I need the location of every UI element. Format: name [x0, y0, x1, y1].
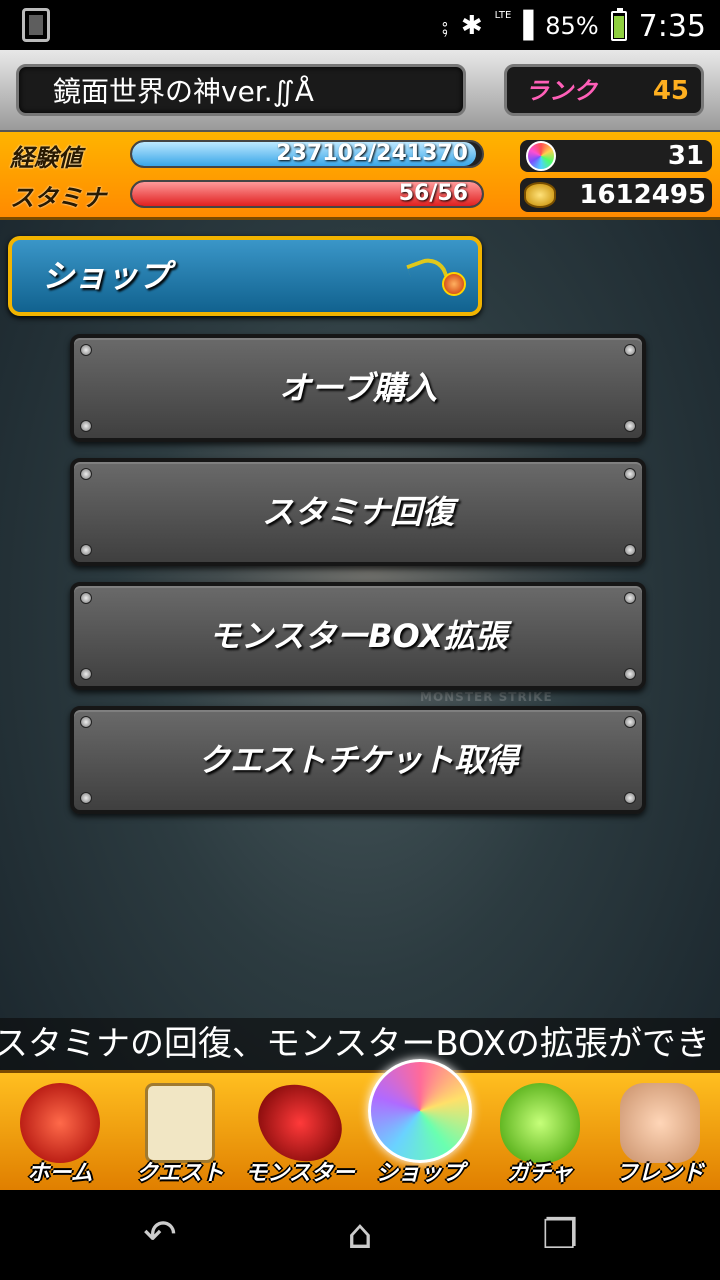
home-icon: [20, 1083, 100, 1163]
orb-icon: [526, 141, 556, 171]
battery-icon: [610, 8, 627, 41]
battery-fill: [613, 15, 624, 38]
get-quest-ticket-button[interactable]: クエストチケット取得: [70, 706, 646, 814]
expand-monster-box-label: モンスターBOX拡張: [208, 617, 508, 655]
back-icon[interactable]: ↶: [130, 1210, 190, 1260]
orb-counter[interactable]: 31: [520, 140, 712, 172]
buy-orbs-label: オーブ購入: [278, 369, 438, 407]
status-bar: ⨟ ✱ LTE ▐ 85% 7:35: [0, 0, 720, 50]
nav-quest-label: クエスト: [135, 1161, 224, 1186]
exp-bar: 237102/241370: [130, 140, 484, 168]
stamina-value: 56/56: [398, 181, 468, 206]
nav-monster-label: モンスター: [245, 1161, 355, 1186]
status-icons: ⨟ ✱ LTE ▐ 85% 7:35: [441, 6, 706, 46]
rank-label: ランク: [525, 77, 597, 105]
coin-value: 1612495: [579, 180, 706, 210]
exp-label: 経験値: [10, 144, 82, 172]
recover-stamina-label: スタミナ回復: [261, 493, 454, 531]
orb-value: 31: [667, 141, 704, 171]
coin-counter: 1612495: [520, 178, 712, 212]
screenshot-notification-icon: [22, 8, 50, 42]
bottom-nav: ホーム クエスト モンスター ショップ ガチャ フレンド: [0, 1059, 720, 1190]
coin-icon: [524, 182, 556, 208]
nav-home-label: ホーム: [27, 1161, 93, 1186]
wifi-icon: ⨟: [441, 11, 449, 41]
friend-icon: [620, 1083, 700, 1163]
nav-friend[interactable]: フレンド: [600, 1073, 720, 1190]
stats-bar: 経験値 237102/241370 スタミナ 56/56 31 1612495: [0, 132, 720, 220]
buy-orbs-button[interactable]: オーブ購入: [70, 334, 646, 442]
nav-shop-label: ショップ: [375, 1161, 464, 1186]
nav-quest[interactable]: クエスト: [120, 1073, 240, 1190]
stamina-bar: 56/56: [130, 180, 484, 208]
nav-friend-label: フレンド: [615, 1161, 704, 1186]
clock: 7:35: [638, 8, 706, 44]
bluetooth-icon: ✱: [460, 11, 483, 41]
recent-apps-icon[interactable]: ❐: [530, 1210, 590, 1260]
nav-shop[interactable]: ショップ: [360, 1059, 480, 1190]
nav-gacha-label: ガチャ: [507, 1161, 573, 1186]
page-title: ショップ: [42, 257, 171, 295]
gem-ornament-icon: [442, 272, 466, 296]
quest-icon: [145, 1083, 215, 1163]
rank-box: ランク 45: [504, 64, 704, 116]
home-button-icon[interactable]: ⌂: [330, 1210, 390, 1260]
nav-home[interactable]: ホーム: [0, 1073, 120, 1190]
game-screen: MONSTER STRIKE 鏡面世界の神ver.∬Å ランク 45 経験値 2…: [0, 50, 720, 1190]
player-header: 鏡面世界の神ver.∬Å ランク 45: [0, 50, 720, 132]
ticker-text: スタミナの回復、モンスターBOXの拡張ができ: [0, 1024, 710, 1064]
get-quest-ticket-label: クエストチケット取得: [197, 741, 518, 779]
player-name: 鏡面世界の神ver.∬Å: [53, 75, 314, 108]
background-watermark: MONSTER STRIKE: [420, 690, 553, 704]
exp-value: 237102/241370: [276, 141, 468, 166]
player-name-box[interactable]: 鏡面世界の神ver.∬Å: [16, 64, 466, 116]
lte-indicator: LTE: [494, 10, 512, 21]
section-title-banner: ショップ: [8, 236, 482, 316]
recover-stamina-button[interactable]: スタミナ回復: [70, 458, 646, 566]
nav-gacha[interactable]: ガチャ: [480, 1073, 600, 1190]
info-ticker: スタミナの回復、モンスターBOXの拡張ができ: [0, 1018, 720, 1070]
expand-monster-box-button[interactable]: モンスターBOX拡張: [70, 582, 646, 690]
shop-icon: [368, 1059, 472, 1163]
nav-monster[interactable]: モンスター: [240, 1073, 360, 1190]
battery-percent: 85%: [545, 12, 599, 40]
rank-value: 45: [652, 76, 689, 106]
system-nav-bar: ↶ ⌂ ❐: [0, 1190, 720, 1280]
signal-icon: ▐: [513, 11, 534, 41]
stamina-label: スタミナ: [10, 184, 106, 212]
gacha-icon: [500, 1083, 580, 1163]
